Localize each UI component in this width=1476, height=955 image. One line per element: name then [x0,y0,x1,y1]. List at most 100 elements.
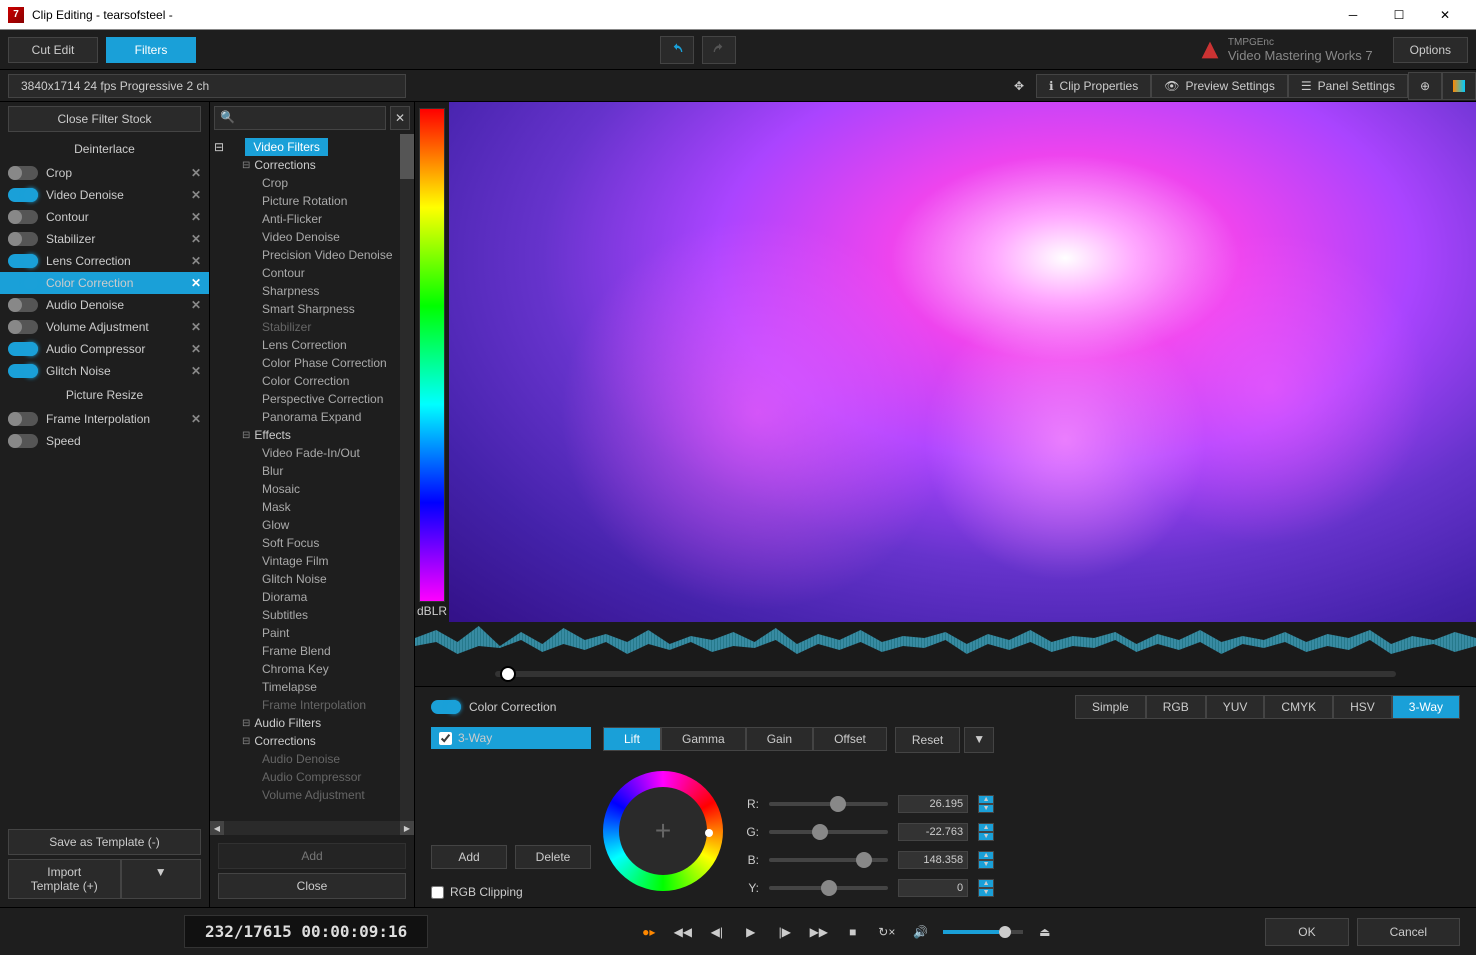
cc-subtab-lift[interactable]: Lift [603,727,661,751]
filter-item-contour[interactable]: Contour✕ [0,206,209,228]
filter-item-color-correction[interactable]: Color Correction✕ [0,272,209,294]
cc-tab-rgb[interactable]: RGB [1146,695,1206,719]
tree-item[interactable]: Perspective Correction [210,390,414,408]
cc-tab-simple[interactable]: Simple [1075,695,1146,719]
slider-handle[interactable] [812,824,828,840]
tree-item[interactable]: Video Fade-In/Out [210,444,414,462]
tree-item[interactable]: Glitch Noise [210,570,414,588]
filters-tab[interactable]: Filters [106,37,196,63]
filter-item-crop[interactable]: Crop✕ [0,162,209,184]
filter-toggle[interactable] [8,298,38,312]
slider-value[interactable]: 26.195 [898,795,968,813]
eject-button[interactable]: ⏏ [1033,920,1057,944]
stepper-down[interactable]: ▼ [978,888,994,897]
tree-item[interactable]: Frame Interpolation [210,696,414,714]
stop-button[interactable]: ■ [841,920,865,944]
import-template-button[interactable]: Import Template (+) [8,859,121,899]
tree-item[interactable]: Soft Focus [210,534,414,552]
stepper-up[interactable]: ▲ [978,823,994,832]
tree-item[interactable]: Mosaic [210,480,414,498]
tree-item[interactable]: Chroma Key [210,660,414,678]
tree-item[interactable]: ⊟ Corrections [210,156,414,174]
step-back-button[interactable]: ◀| [705,920,729,944]
preview-settings-button[interactable]: 👁Preview Settings [1151,74,1288,98]
filter-item-lens-correction[interactable]: Lens Correction✕ [0,250,209,272]
color-wheel[interactable]: + [603,771,723,891]
mark-in-button[interactable]: ●▸ [637,920,661,944]
filter-item-frame-interpolation[interactable]: Frame Interpolation✕ [0,408,209,430]
redo-button[interactable] [702,36,736,64]
video-preview[interactable] [449,102,1476,622]
next-button[interactable]: ▶▶ [807,920,831,944]
tree-item[interactable]: ⊟ Corrections [210,732,414,750]
filter-toggle[interactable] [8,232,38,246]
slider-value[interactable]: 148.358 [898,851,968,869]
tree-item[interactable]: Frame Blend [210,642,414,660]
filter-item-speed[interactable]: Speed [0,430,209,452]
move-icon[interactable]: ✥ [1002,72,1036,100]
cc-reset-dropdown[interactable]: ▼ [964,727,994,753]
tree-item[interactable]: Panorama Expand [210,408,414,426]
tree-item[interactable]: Timelapse [210,678,414,696]
tree-add-button[interactable]: Add [218,843,406,869]
tree-item[interactable]: Stabilizer [210,318,414,336]
tree-item[interactable]: Precision Video Denoise [210,246,414,264]
cc-add-button[interactable]: Add [431,845,507,869]
tree-item[interactable]: Color Phase Correction [210,354,414,372]
cc-subtab-gamma[interactable]: Gamma [661,727,746,751]
step-fwd-button[interactable]: |▶ [773,920,797,944]
filter-toggle[interactable] [8,276,38,290]
filter-item-audio-denoise[interactable]: Audio Denoise✕ [0,294,209,316]
filter-remove-icon[interactable]: ✕ [191,342,201,356]
filter-tree[interactable]: ⊟ Video Filters⊟ CorrectionsCropPicture … [210,134,414,821]
filter-remove-icon[interactable]: ✕ [191,166,201,180]
slider-track[interactable] [769,858,888,862]
tree-hscroll[interactable]: ◀▶ [210,821,414,835]
stepper-down[interactable]: ▼ [978,804,994,813]
slider-handle[interactable] [856,852,872,868]
slider-track[interactable] [769,802,888,806]
filter-remove-icon[interactable]: ✕ [191,254,201,268]
close-window-button[interactable]: ✕ [1422,0,1468,30]
filter-item-picture-resize[interactable]: Picture Resize [0,382,209,408]
tree-item[interactable]: Anti-Flicker [210,210,414,228]
tree-item[interactable]: Mask [210,498,414,516]
scrub-handle[interactable] [500,666,516,682]
filter-toggle[interactable] [8,342,38,356]
tree-item[interactable]: Lens Correction [210,336,414,354]
filter-item-volume-adjustment[interactable]: Volume Adjustment✕ [0,316,209,338]
tree-item[interactable]: Subtitles [210,606,414,624]
slider-handle[interactable] [830,796,846,812]
cc-tab-3-way[interactable]: 3-Way [1392,695,1460,719]
filter-toggle[interactable] [8,254,38,268]
panel-settings-button[interactable]: ☰Panel Settings [1288,74,1408,98]
prev-button[interactable]: ◀◀ [671,920,695,944]
cc-reset-button[interactable]: Reset [895,727,960,753]
maximize-button[interactable]: ☐ [1376,0,1422,30]
cc-tab-hsv[interactable]: HSV [1333,695,1392,719]
filter-remove-icon[interactable]: ✕ [191,298,201,312]
tree-item[interactable]: Vintage Film [210,552,414,570]
panel-menu-button[interactable] [1442,72,1476,100]
slider-value[interactable]: 0 [898,879,968,897]
filter-toggle[interactable] [8,166,38,180]
cc-tab-yuv[interactable]: YUV [1206,695,1265,719]
filter-search-input[interactable] [214,106,386,130]
cc-delete-button[interactable]: Delete [515,845,591,869]
tree-item[interactable]: Picture Rotation [210,192,414,210]
volume-icon[interactable]: 🔊 [909,920,933,944]
threeway-checkbox[interactable]: 3-Way [431,727,591,749]
filter-toggle[interactable] [8,210,38,224]
cancel-button[interactable]: Cancel [1357,918,1460,946]
filter-item-audio-compressor[interactable]: Audio Compressor✕ [0,338,209,360]
filter-item-deinterlace[interactable]: Deinterlace [0,136,209,162]
tree-item[interactable]: Smart Sharpness [210,300,414,318]
tree-item[interactable]: Blur [210,462,414,480]
add-panel-button[interactable]: ⊕ [1408,72,1442,100]
filter-toggle[interactable] [8,412,38,426]
clip-properties-button[interactable]: ℹClip Properties [1036,74,1151,98]
rgb-clipping-checkbox[interactable]: RGB Clipping [431,885,591,899]
tree-item[interactable]: Sharpness [210,282,414,300]
cc-subtab-offset[interactable]: Offset [813,727,887,751]
tree-item[interactable]: Audio Compressor [210,768,414,786]
